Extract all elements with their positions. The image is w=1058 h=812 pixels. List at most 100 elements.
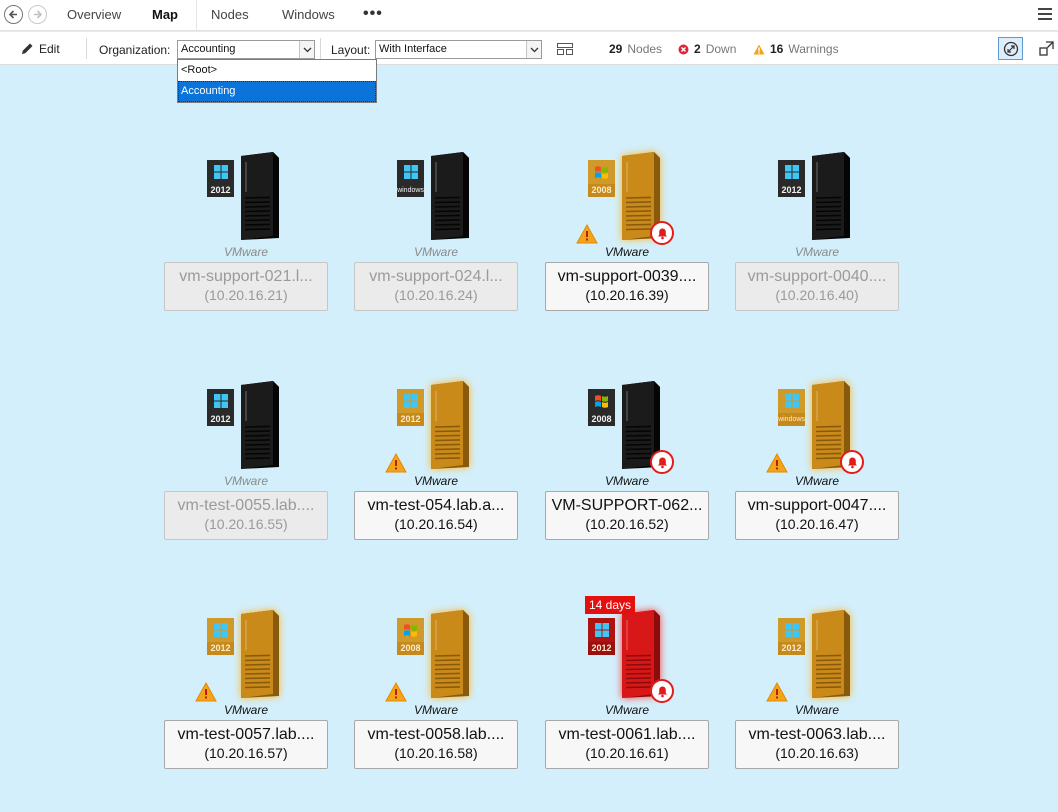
layout-grid-button[interactable] — [552, 37, 577, 60]
node-vendor: VMware — [604, 703, 649, 717]
windows-2012-icon: 2012 — [397, 389, 424, 427]
warning-icon[interactable] — [766, 453, 788, 473]
forward-button[interactable] — [28, 5, 47, 24]
node-label[interactable]: vm-support-021.l... (10.20.16.21) — [164, 262, 328, 311]
node-ip: (10.20.16.40) — [775, 287, 859, 303]
node-tile[interactable]: 2012 VMware vm-test-0057.lab.... (10.20.16.… — [164, 604, 328, 794]
server-icon-group[interactable]: 2012 — [735, 604, 899, 702]
windows-2012-icon: 2012 — [207, 389, 234, 427]
node-tile[interactable]: windows VMware vm-support-024.l... (10.20.1… — [354, 146, 518, 336]
alarm-bell-icon[interactable] — [650, 450, 674, 474]
warning-icon[interactable] — [385, 453, 407, 473]
node-label[interactable]: vm-support-0047.... (10.20.16.47) — [735, 491, 899, 540]
node-label[interactable]: vm-support-0039.... (10.20.16.39) — [545, 262, 709, 311]
warning-icon — [753, 44, 765, 54]
node-label[interactable]: vm-support-024.l... (10.20.16.24) — [354, 262, 518, 311]
toolbar-divider — [320, 38, 321, 59]
layout-grid-icon — [556, 42, 573, 55]
node-label[interactable]: vm-test-0058.lab.... (10.20.16.58) — [354, 720, 518, 769]
node-tile[interactable]: 2012 VMware vm-test-0063.lab.... (10.20.16.… — [735, 604, 899, 794]
node-label[interactable]: vm-test-054.lab.a... (10.20.16.54) — [354, 491, 518, 540]
warning-icon[interactable] — [195, 682, 217, 702]
tab-map[interactable]: Map — [152, 0, 178, 31]
node-label[interactable]: vm-test-0057.lab.... (10.20.16.57) — [164, 720, 328, 769]
server-icon-group[interactable]: windows — [354, 146, 518, 241]
down-stat[interactable]: 2 Down — [678, 42, 736, 56]
nodes-stat[interactable]: 29 Nodes — [609, 42, 662, 56]
os-version-label: windows — [778, 413, 805, 426]
more-tabs-button[interactable]: ••• — [363, 0, 383, 31]
node-tile[interactable]: 2008 VMware vm-test-0058.lab.... (10.20.16.… — [354, 604, 518, 794]
edit-button[interactable]: Edit — [20, 41, 60, 57]
server-icon-group[interactable]: 2012 — [164, 375, 328, 470]
chevron-down-icon[interactable] — [526, 41, 541, 58]
warning-icon[interactable] — [385, 682, 407, 702]
back-button[interactable] — [4, 5, 23, 24]
chevron-down-icon[interactable] — [299, 41, 314, 58]
alarm-bell-icon[interactable] — [840, 450, 864, 474]
node-tile[interactable]: 2012 VMware vm-test-054.lab.a... (10.20.16.… — [354, 375, 518, 565]
node-label[interactable]: vm-test-0055.lab.... (10.20.16.55) — [164, 491, 328, 540]
server-icon-group[interactable]: 2012 — [735, 146, 899, 241]
warnings-stat[interactable]: 16 Warnings — [753, 42, 839, 56]
dropdown-option-root[interactable]: <Root> — [178, 60, 376, 81]
windows-2008-icon: 2008 — [588, 160, 615, 198]
os-version-label: 2012 — [207, 184, 234, 197]
fullscreen-button[interactable] — [1034, 37, 1058, 60]
server-icon-group[interactable]: 2012 — [164, 604, 328, 702]
node-vendor: VMware — [223, 474, 268, 488]
organization-select[interactable]: Accounting — [177, 40, 315, 59]
server-icon-group[interactable]: windows — [735, 375, 899, 474]
toolbar-divider — [86, 38, 87, 59]
tab-windows[interactable]: Windows — [282, 0, 335, 31]
server-icon-group[interactable]: 2012 14 days — [545, 596, 709, 703]
alarm-bell-icon[interactable] — [650, 221, 674, 245]
server-icon-group[interactable]: 2008 — [545, 146, 709, 245]
down-stat-label: Down — [705, 42, 737, 56]
layout-value: With Interface — [379, 43, 447, 55]
node-ip: (10.20.16.47) — [775, 516, 859, 532]
warning-icon[interactable] — [576, 224, 598, 244]
node-label[interactable]: vm-test-0063.lab.... (10.20.16.63) — [735, 720, 899, 769]
nodes-count: 29 — [609, 42, 623, 56]
server-icon-group[interactable]: 2008 — [545, 375, 709, 474]
server-icon-group[interactable]: 2012 — [354, 375, 518, 473]
node-tile[interactable]: 2012 VMware vm-test-0055.lab.... (10.20.16.… — [164, 375, 328, 565]
server-icon — [233, 152, 281, 245]
alarm-bell-icon[interactable] — [650, 679, 674, 703]
auto-fit-button[interactable] — [998, 37, 1023, 60]
node-label[interactable]: vm-support-0040.... (10.20.16.40) — [735, 262, 899, 311]
server-icon-group[interactable]: 2008 — [354, 604, 518, 702]
node-label[interactable]: vm-test-0061.lab.... (10.20.16.61) — [545, 720, 709, 769]
node-tile[interactable]: 2012 VMware vm-support-0040.... (10.20.16.4… — [735, 146, 899, 336]
menu-icon[interactable] — [1038, 8, 1052, 20]
server-icon — [804, 152, 852, 245]
nodes-stat-label: Nodes — [627, 42, 663, 56]
tab-nodes[interactable]: Nodes — [211, 0, 249, 31]
node-tile[interactable]: 2008 VMware VM-SUPPORT-062... (10.20.16.52) — [545, 375, 709, 565]
server-icon-group[interactable]: 2012 — [164, 146, 328, 241]
node-name: vm-test-054.lab.a... — [367, 497, 505, 514]
server-icon — [423, 152, 471, 245]
windows-2008-icon: 2008 — [588, 389, 615, 427]
node-tile[interactable]: 2012 14 days VMware vm-test-0061.lab.... (10… — [545, 596, 709, 794]
down-count: 2 — [694, 42, 701, 56]
node-vendor: VMware — [413, 703, 458, 717]
top-nav: Overview Map Nodes Windows ••• — [0, 0, 1058, 31]
node-name: vm-support-021.l... — [179, 268, 313, 285]
tab-overview[interactable]: Overview — [67, 0, 121, 31]
node-ip: (10.20.16.39) — [585, 287, 669, 303]
windows-2012-icon: 2012 — [778, 618, 805, 656]
node-vendor: VMware — [604, 474, 649, 488]
os-version-label: 2012 — [778, 184, 805, 197]
node-vendor: VMware — [794, 474, 839, 488]
layout-select[interactable]: With Interface — [375, 40, 542, 59]
node-ip: (10.20.16.52) — [585, 516, 669, 532]
node-tile[interactable]: 2012 VMware vm-support-021.l... (10.20.16.2… — [164, 146, 328, 336]
node-name: VM-SUPPORT-062... — [551, 497, 703, 514]
node-tile[interactable]: 2008 VMware vm-support-0039.... (10.20.16.3… — [545, 146, 709, 336]
node-tile[interactable]: windows VMware vm-support-0047.... (10.20.1… — [735, 375, 899, 565]
node-label[interactable]: VM-SUPPORT-062... (10.20.16.52) — [545, 491, 709, 540]
warning-icon[interactable] — [766, 682, 788, 702]
dropdown-option-accounting[interactable]: Accounting — [178, 81, 376, 102]
